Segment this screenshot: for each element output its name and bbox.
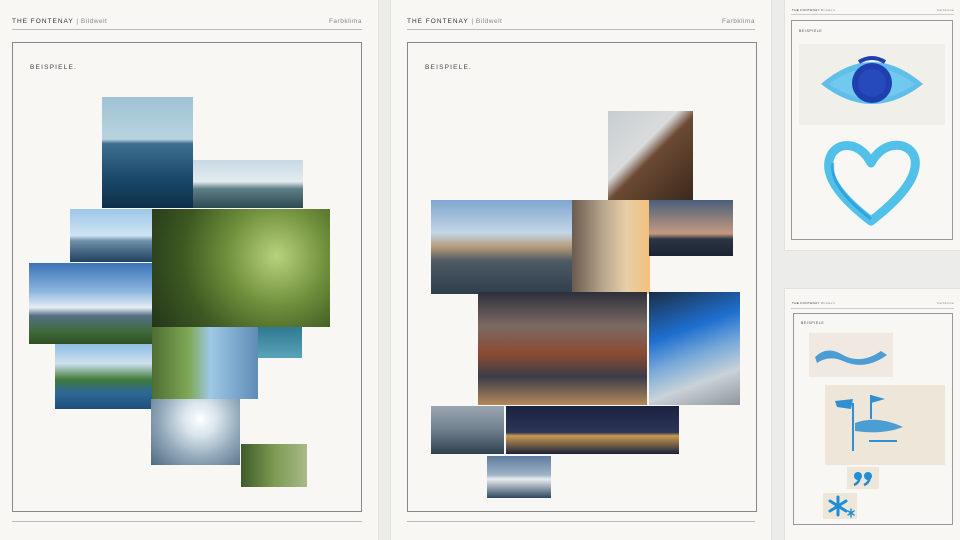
wave-panel xyxy=(809,333,893,377)
moodboard-page-2: THE FONTENAY | Bildwelt Farbklima BEISPI… xyxy=(391,0,771,540)
photo-arcade-sunset xyxy=(572,200,650,294)
brush-page-4: THE FONTENAY Bildwelt Farbklima BEISPIEL… xyxy=(785,289,960,540)
footer-rule xyxy=(12,521,362,522)
header-rule xyxy=(407,29,755,30)
document-subtitle: Bildwelt xyxy=(820,301,836,305)
photo-rathaus-canal xyxy=(431,200,586,294)
brand-name: THE FONTENAY xyxy=(792,301,820,305)
quote-panel xyxy=(847,467,879,489)
photo-cruise-ship xyxy=(487,456,551,498)
photo-tree-lake xyxy=(241,444,307,487)
section-name: Farbklima xyxy=(937,301,954,305)
quote-mark-icon xyxy=(853,472,872,487)
photo-alster-skyline xyxy=(102,97,193,208)
heart-watercolor-icon xyxy=(824,140,920,226)
asterisk-panel xyxy=(823,493,857,519)
photo-villa-sailboats xyxy=(55,344,152,409)
document-subtitle: Bildwelt xyxy=(80,18,108,25)
photo-night-harbor xyxy=(506,406,679,454)
page-header: THE FONTENAY | Bildwelt xyxy=(407,18,503,25)
photo-chilehaus-corner xyxy=(608,111,693,200)
flags-brushstroke-icon xyxy=(835,395,903,451)
photo-harbor-cranes xyxy=(649,200,733,256)
wave-brushstroke-icon xyxy=(815,350,887,365)
photo-speicherstadt xyxy=(478,292,647,405)
asterisk-icon xyxy=(828,495,855,518)
photo-old-tree xyxy=(152,209,330,327)
brand-name: THE FONTENAY xyxy=(792,8,820,12)
examples-label: BEISPIELE xyxy=(799,29,823,33)
examples-label: BEISPIELE. xyxy=(425,64,473,71)
photo-swan xyxy=(258,327,302,358)
photo-sun-harbor xyxy=(151,399,240,465)
section-name: Farbklima xyxy=(937,8,954,12)
header-rule xyxy=(12,29,362,30)
photo-harbor-lake xyxy=(70,209,152,262)
page-header: THE FONTENAY Bildwelt xyxy=(792,301,835,305)
header-rule xyxy=(791,14,954,15)
examples-label: BEISPIELE xyxy=(801,321,825,325)
photo-modern-building xyxy=(193,160,303,208)
brand-name: THE FONTENAY xyxy=(12,18,74,25)
brush-page-3: THE FONTENAY Bildwelt Farbklima BEISPIEL… xyxy=(785,0,960,250)
photo-subway-station xyxy=(649,292,740,405)
flags-panel xyxy=(825,385,945,465)
header-rule xyxy=(791,308,954,309)
section-name: Farbklima xyxy=(328,18,362,25)
eye-panel xyxy=(799,44,945,125)
section-name: Farbklima xyxy=(721,18,755,25)
photo-dockland xyxy=(431,406,504,454)
document-subtitle: Bildwelt xyxy=(820,8,836,12)
photo-willow-pond xyxy=(152,327,258,399)
page-header: THE FONTENAY Bildwelt xyxy=(792,8,835,12)
eye-watercolor-icon xyxy=(821,56,923,104)
photo-alster-shore xyxy=(29,263,152,344)
examples-label: BEISPIELE. xyxy=(30,64,78,71)
document-subtitle: Bildwelt xyxy=(475,18,503,25)
brand-name: THE FONTENAY xyxy=(407,18,469,25)
page-header: THE FONTENAY | Bildwelt xyxy=(12,18,108,25)
moodboard-page-1: THE FONTENAY | Bildwelt Farbklima BEISPI… xyxy=(0,0,378,540)
footer-rule xyxy=(407,521,755,522)
